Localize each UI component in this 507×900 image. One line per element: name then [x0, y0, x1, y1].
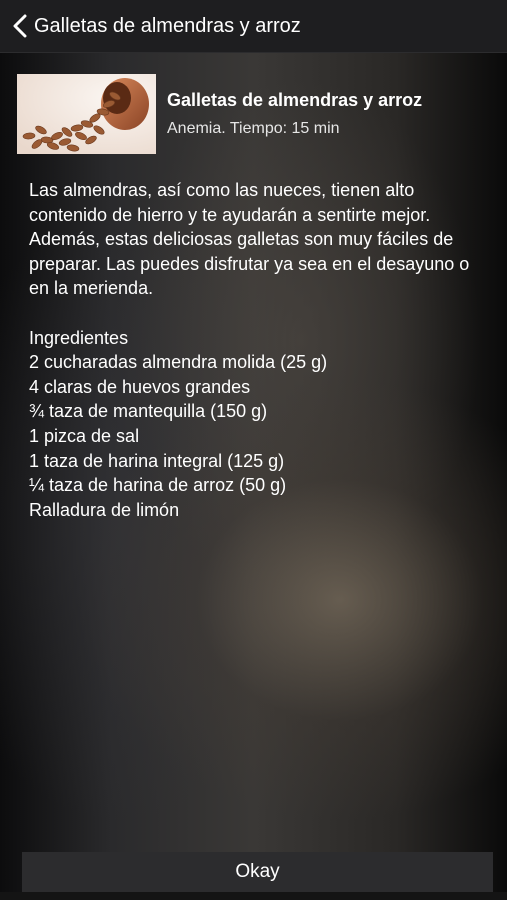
- ingredient-item: ¾ taza de mantequilla (150 g): [29, 401, 268, 422]
- ingredient-item: ¼ taza de harina de arroz (50 g): [29, 475, 287, 496]
- recipe-description: Las almendras, así como las nueces, tien…: [29, 180, 470, 299]
- recipe-title: Galletas de almendras y arroz: [167, 90, 423, 110]
- recipe-thumbnail: [17, 74, 156, 154]
- bottom-edge: [0, 892, 507, 900]
- almonds-photo: [17, 74, 156, 154]
- recipe-header: Galletas de almendras y arroz Anemia. Ti…: [17, 74, 497, 154]
- back-button[interactable]: Galletas de almendras y arroz: [0, 0, 301, 53]
- nav-title: Galletas de almendras y arroz: [34, 14, 301, 37]
- recipe-meta: Anemia. Tiempo: 15 min: [167, 120, 340, 137]
- ingredient-item: 1 taza de harina integral (125 g): [29, 450, 285, 471]
- navigation-bar: Galletas de almendras y arroz: [0, 0, 507, 53]
- ingredient-item: Ralladura de limón: [29, 499, 180, 520]
- recipe-content: Las almendras, así como las nueces, tien…: [29, 178, 491, 522]
- ingredients-list: 2 cucharadas almendra molida (25 g) 4 cl…: [29, 350, 491, 522]
- okay-button[interactable]: Okay: [22, 852, 493, 892]
- ingredient-item: 1 pizca de sal: [29, 425, 140, 446]
- ingredients-heading: Ingredientes: [29, 327, 129, 348]
- chevron-left-icon: [13, 14, 27, 38]
- ingredient-item: 2 cucharadas almendra molida (25 g): [29, 352, 328, 373]
- ingredient-item: 4 claras de huevos grandes: [29, 376, 251, 397]
